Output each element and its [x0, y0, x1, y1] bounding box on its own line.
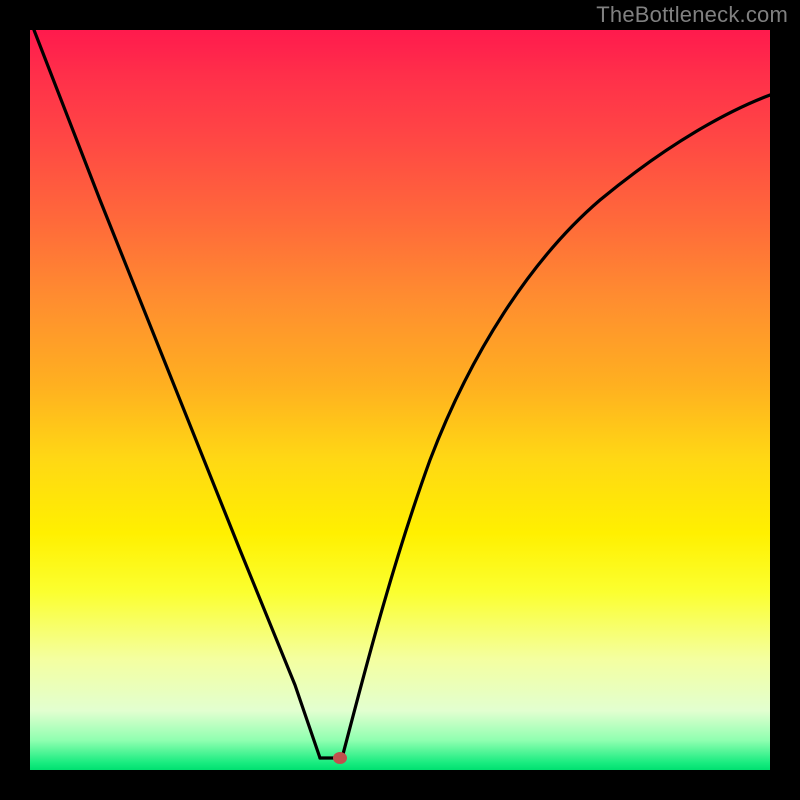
- optimum-marker-icon: [333, 752, 347, 764]
- curve-right-branch: [342, 95, 770, 758]
- watermark-text: TheBottleneck.com: [596, 2, 788, 28]
- chart-frame: TheBottleneck.com: [0, 0, 800, 800]
- plot-area: [30, 30, 770, 770]
- bottleneck-curve-svg: [30, 30, 770, 770]
- curve-left-branch: [34, 30, 320, 758]
